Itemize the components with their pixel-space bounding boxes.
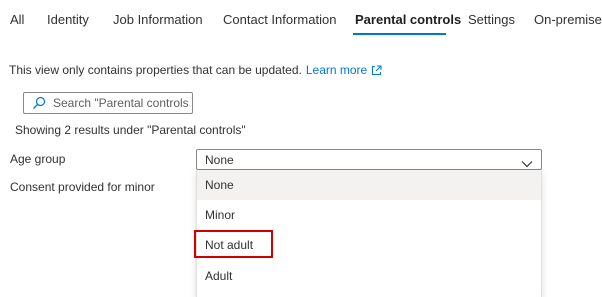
search-box[interactable]: [23, 92, 193, 114]
age-group-label: Age group: [10, 152, 66, 166]
tab-bar: All Identity Job Information Contact Inf…: [0, 0, 602, 38]
option-label: Minor: [205, 208, 236, 222]
info-message: This view only contains properties that …: [9, 63, 302, 77]
external-link-icon: [371, 64, 382, 80]
tab-on-premises[interactable]: On-premises: [534, 11, 602, 29]
option-label: Adult: [205, 269, 233, 283]
tab-parental-controls[interactable]: Parental controls: [355, 11, 461, 29]
consent-label: Consent provided for minor: [10, 180, 155, 194]
highlight-box: [194, 230, 273, 258]
option-not-adult[interactable]: Not adult: [194, 230, 541, 260]
results-count: Showing 2 results under "Parental contro…: [15, 123, 246, 137]
tab-job-information[interactable]: Job Information: [113, 11, 203, 29]
age-group-select[interactable]: None: [196, 149, 542, 170]
age-group-dropdown: None Minor Not adult Adult: [194, 170, 542, 297]
tab-contact-information[interactable]: Contact Information: [223, 11, 336, 29]
learn-more-label: Learn more: [305, 63, 368, 77]
info-text: This view only contains properties that …: [9, 62, 382, 80]
option-minor[interactable]: Minor: [197, 200, 541, 230]
tab-all[interactable]: All: [10, 11, 24, 29]
option-none[interactable]: None: [197, 170, 541, 200]
search-input[interactable]: [53, 95, 189, 111]
option-label: None: [205, 178, 234, 192]
option-adult[interactable]: Adult: [197, 261, 541, 291]
user-properties-page: All Identity Job Information Contact Inf…: [0, 0, 602, 297]
learn-more-link[interactable]: Learn more: [306, 63, 382, 77]
tab-identity[interactable]: Identity: [47, 11, 89, 29]
active-tab-indicator: [353, 33, 446, 35]
search-icon: [32, 96, 46, 115]
age-group-value: None: [205, 153, 234, 167]
tab-settings[interactable]: Settings: [468, 11, 515, 29]
